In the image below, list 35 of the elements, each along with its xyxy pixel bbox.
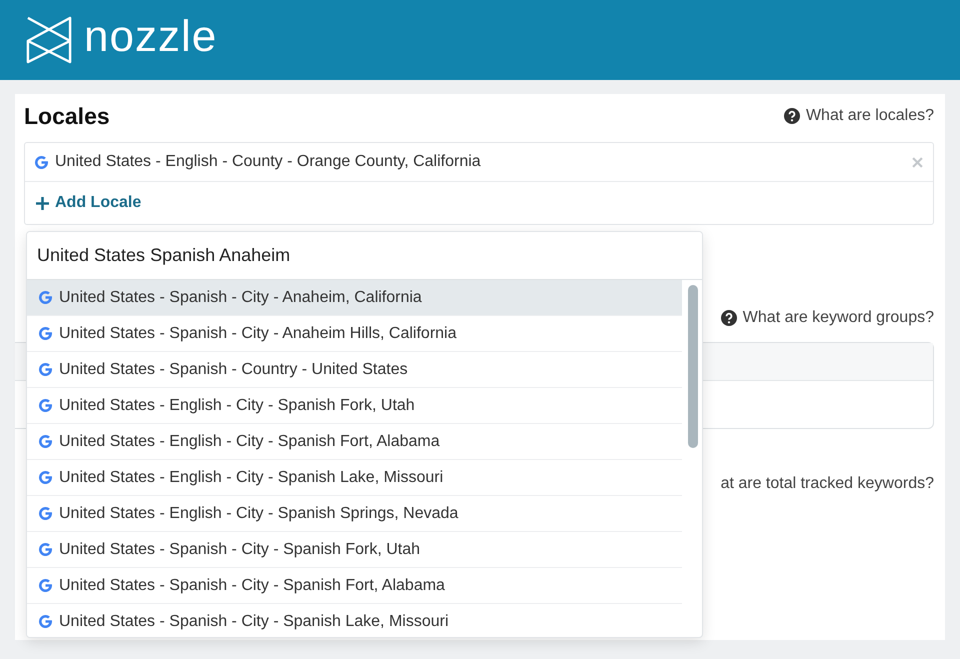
help-link[interactable]: at are total tracked keywords? [720,475,934,493]
google-icon [37,433,54,450]
scrollbar[interactable] [688,285,698,448]
google-icon [37,613,54,630]
google-icon [33,154,50,170]
logo-text: nozzle [84,12,218,62]
locale-option[interactable]: United States - Spanish - City - Anaheim Hills, California [27,316,682,352]
locale-option[interactable]: United States - Spanish - City - Spanish Lake, Missouri [27,604,682,637]
locale-label: United States - English - County - Orange County, California [55,153,482,171]
locale-option[interactable]: United States - English - City - Spanish Fort, Alabama [27,424,682,460]
add-locale-link[interactable]: Add Locale [36,182,142,224]
google-icon [37,541,54,558]
help-link[interactable]: What are keyword groups? [720,309,934,327]
plus-icon [36,196,49,210]
locale-option[interactable]: United States - English - City - Spanish Fork, Utah [27,388,682,424]
locale-option[interactable]: United States - Spanish - City - Anaheim, California [27,280,682,316]
close-icon[interactable] [910,154,925,170]
logo-icon [26,16,72,64]
google-icon [37,325,54,342]
help-icon [784,108,800,124]
google-icon [37,397,54,414]
section-title: Locales [24,102,110,130]
google-icon [37,361,54,378]
google-icon [37,577,54,594]
google-icon [37,289,54,306]
locale-option[interactable]: United States - Spanish - Country - United States [27,352,682,388]
locale-option[interactable]: United States - Spanish - City - Spanish Fort, Alabama [27,568,682,604]
search-field[interactable]: United States Spanish Anaheim [27,232,702,280]
locale-option[interactable]: United States - English - City - Spanish Lake, Missouri [27,460,682,496]
help-link[interactable]: What are locales? [784,107,934,125]
locale-option[interactable]: United States - Spanish - City - Spanish Fork, Utah [27,532,682,568]
google-icon [37,505,54,522]
google-icon [37,469,54,486]
help-icon [720,310,737,326]
locale-option[interactable]: United States - English - City - Spanish Springs, Nevada [27,496,682,532]
